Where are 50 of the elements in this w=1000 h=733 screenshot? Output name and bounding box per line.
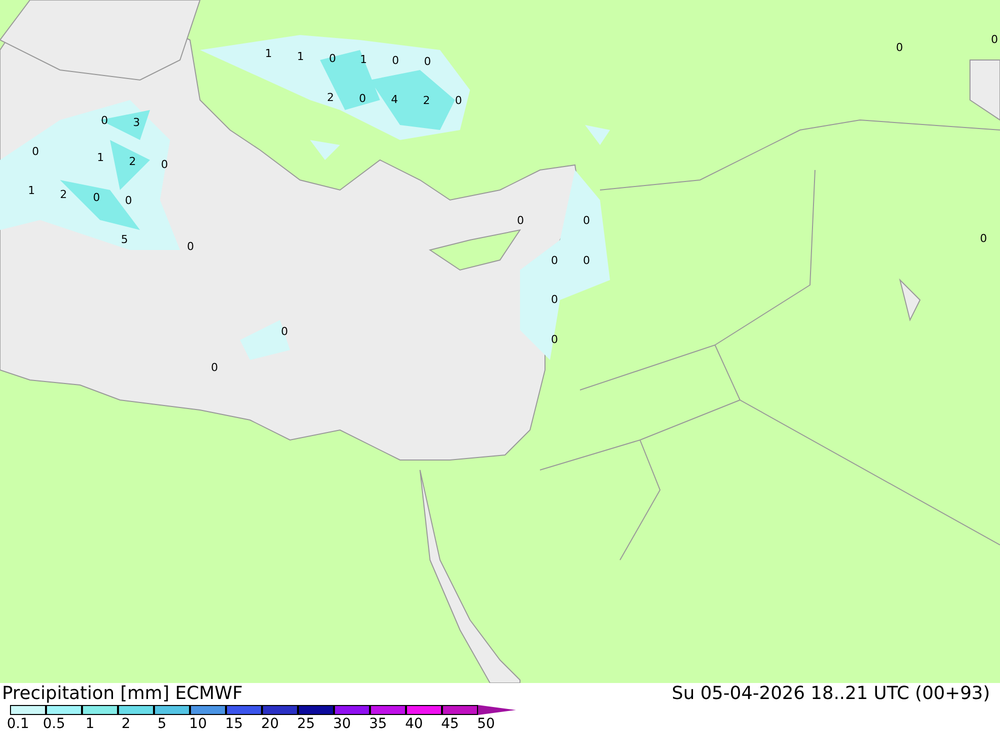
precip-value: 0 [551, 294, 558, 305]
precip-value: 0 [329, 53, 336, 64]
precip-value: 0 [991, 34, 998, 45]
precip-value: 2 [129, 156, 136, 167]
precip-value: 5 [121, 234, 128, 245]
precip-value: 0 [359, 93, 366, 104]
legend-label: 5 [156, 715, 168, 733]
valid-time: Su 05-04-2026 18..21 UTC (00+93) [672, 683, 991, 705]
precip-value: 2 [423, 95, 430, 106]
legend-label: 50 [476, 715, 496, 733]
precip-value: 2 [327, 92, 334, 103]
map-title: Precipitation [mm] ECMWF [2, 683, 243, 705]
legend-label: 20 [260, 715, 280, 733]
precip-value: 0 [101, 115, 108, 126]
precip-value: 1 [297, 51, 304, 62]
precip-value: 1 [265, 48, 272, 59]
precip-value: 4 [391, 94, 398, 105]
legend-label: 0.1 [6, 715, 30, 733]
precip-value: 2 [60, 189, 67, 200]
precip-value: 0 [551, 334, 558, 345]
precip-value: 0 [211, 362, 218, 373]
precip-value: 0 [281, 326, 288, 337]
legend-label: 2 [120, 715, 132, 733]
precip-value: 0 [32, 146, 39, 157]
precip-value: 0 [125, 195, 132, 206]
precip-value: 1 [360, 54, 367, 65]
precip-value: 1 [97, 152, 104, 163]
precip-value: 0 [583, 215, 590, 226]
precip-value: 0 [187, 241, 194, 252]
precip-value: 0 [161, 159, 168, 170]
precip-value: 0 [392, 55, 399, 66]
precip-value: 0 [517, 215, 524, 226]
precip-value: 1 [28, 185, 35, 196]
legend-label: 45 [440, 715, 460, 733]
precip-value: 0 [424, 56, 431, 67]
legend-label: 10 [188, 715, 208, 733]
precip-value: 0 [455, 95, 462, 106]
legend-label: 35 [368, 715, 388, 733]
legend-label: 30 [332, 715, 352, 733]
precip-value: 0 [93, 192, 100, 203]
legend-label: 0.5 [42, 715, 66, 733]
legend-label: 15 [224, 715, 244, 733]
precip-value: 3 [133, 117, 140, 128]
precip-value: 0 [980, 233, 987, 244]
precip-value: 0 [551, 255, 558, 266]
legend-label: 25 [296, 715, 316, 733]
precip-value: 0 [583, 255, 590, 266]
legend-label: 1 [84, 715, 96, 733]
precip-value: 0 [896, 42, 903, 53]
legend-label: 40 [404, 715, 424, 733]
